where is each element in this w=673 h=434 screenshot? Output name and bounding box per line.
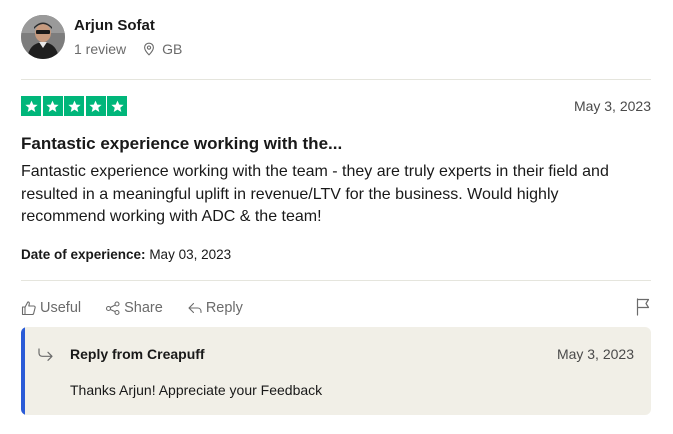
review-body: Fantastic experience working with the te… bbox=[21, 163, 609, 225]
reply-text: Thanks Arjun! Appreciate your Feedback bbox=[70, 382, 323, 398]
reviewer-country: GB bbox=[162, 41, 183, 57]
divider bbox=[21, 280, 651, 281]
reply-arrow-icon bbox=[38, 348, 53, 361]
star-icon bbox=[42, 96, 63, 116]
experience-date: May 03, 2023 bbox=[149, 247, 232, 262]
star-icon bbox=[64, 96, 84, 116]
share-icon bbox=[106, 301, 120, 316]
star-rating bbox=[21, 96, 129, 116]
map-pin-icon bbox=[144, 42, 155, 56]
share-button[interactable]: Share bbox=[105, 300, 163, 316]
reply-from: Reply from Creapuff bbox=[70, 346, 205, 362]
star-icon bbox=[85, 96, 106, 116]
star-icon bbox=[21, 96, 41, 116]
avatar[interactable] bbox=[21, 15, 65, 59]
review-date: May 3, 2023 bbox=[573, 98, 651, 114]
flag-icon[interactable] bbox=[635, 298, 651, 316]
thumbs-up-icon bbox=[21, 301, 36, 316]
company-reply: Reply from Creapuff May 3, 2023 Thanks A… bbox=[21, 327, 651, 415]
reply-arrow-icon bbox=[188, 302, 202, 314]
date-of-experience: Date of experience: May 03, 2023 bbox=[21, 247, 231, 262]
reply-accent-bar bbox=[21, 327, 25, 415]
experience-label: Date of experience: bbox=[21, 247, 146, 262]
review-title[interactable]: Fantastic experience working with the... bbox=[21, 133, 342, 155]
reply-button[interactable]: Reply bbox=[187, 300, 243, 316]
reply-label: Reply bbox=[205, 300, 243, 316]
divider bbox=[21, 79, 651, 80]
useful-button[interactable]: Useful bbox=[21, 300, 81, 316]
reviewer-name[interactable]: Arjun Sofat bbox=[74, 16, 182, 36]
useful-label: Useful bbox=[40, 300, 82, 316]
reviewer-header: Arjun Sofat 1 review GB bbox=[21, 15, 182, 59]
review-count: 1 review bbox=[74, 41, 127, 57]
reply-date: May 3, 2023 bbox=[556, 346, 634, 362]
share-label: Share bbox=[124, 300, 163, 316]
review-actions: Useful Share Reply bbox=[21, 298, 651, 318]
star-icon bbox=[107, 96, 127, 116]
